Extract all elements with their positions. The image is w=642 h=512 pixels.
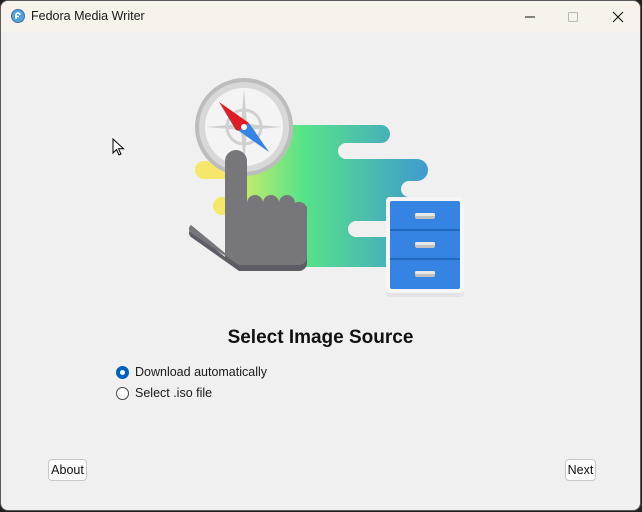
radio-unselected[interactable] <box>116 386 129 400</box>
option-select-iso-file[interactable]: Select .iso file <box>116 386 212 400</box>
minimize-button[interactable] <box>507 1 553 32</box>
fedora-logo-icon <box>11 9 25 23</box>
minimize-icon <box>525 16 535 17</box>
image-source-illustration <box>189 78 464 297</box>
maximize-button[interactable] <box>550 1 596 32</box>
file-cabinet-icon <box>386 197 464 297</box>
mouse-cursor-icon <box>112 138 125 156</box>
title-bar[interactable]: Fedora Media Writer <box>1 1 640 32</box>
option-download-automatically[interactable]: Download automatically <box>116 365 267 379</box>
maximize-icon <box>568 11 578 22</box>
next-button[interactable]: Next <box>565 459 596 481</box>
app-window: Fedora Media Writer Select Image Source … <box>0 0 641 511</box>
close-button[interactable] <box>595 1 640 32</box>
option-label: Download automatically <box>135 365 268 379</box>
close-icon <box>612 11 624 22</box>
about-button[interactable]: About <box>48 459 87 481</box>
option-label: Select .iso file <box>135 386 213 400</box>
page-title: Select Image Source <box>227 327 414 348</box>
window-title: Fedora Media Writer <box>31 9 145 23</box>
radio-selected[interactable] <box>116 365 129 379</box>
